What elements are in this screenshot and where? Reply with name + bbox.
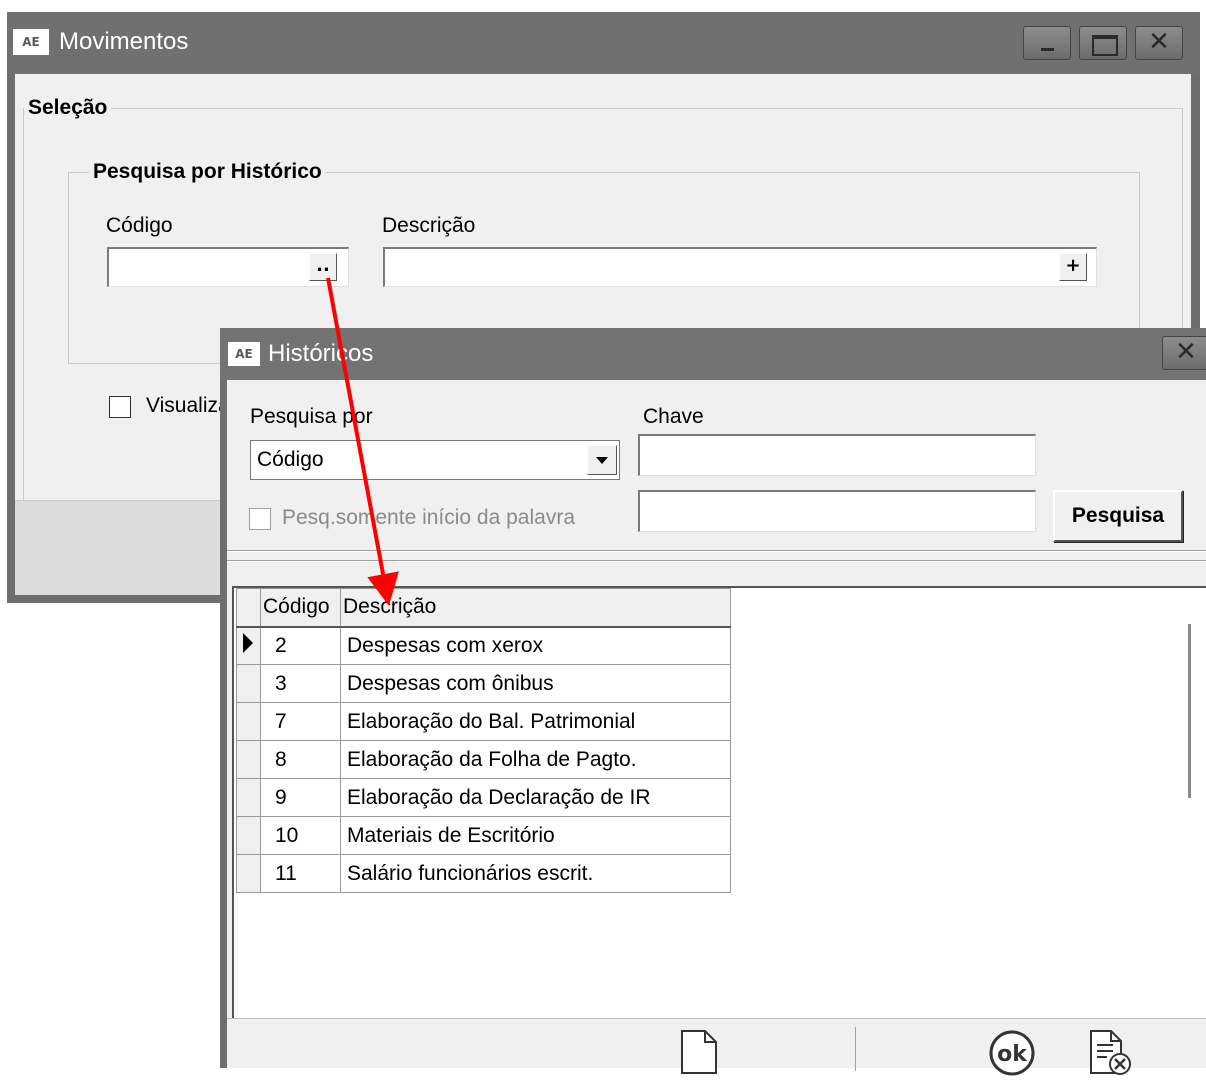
annotation-arrow-line <box>326 277 399 606</box>
annotation-arrow <box>326 277 399 606</box>
